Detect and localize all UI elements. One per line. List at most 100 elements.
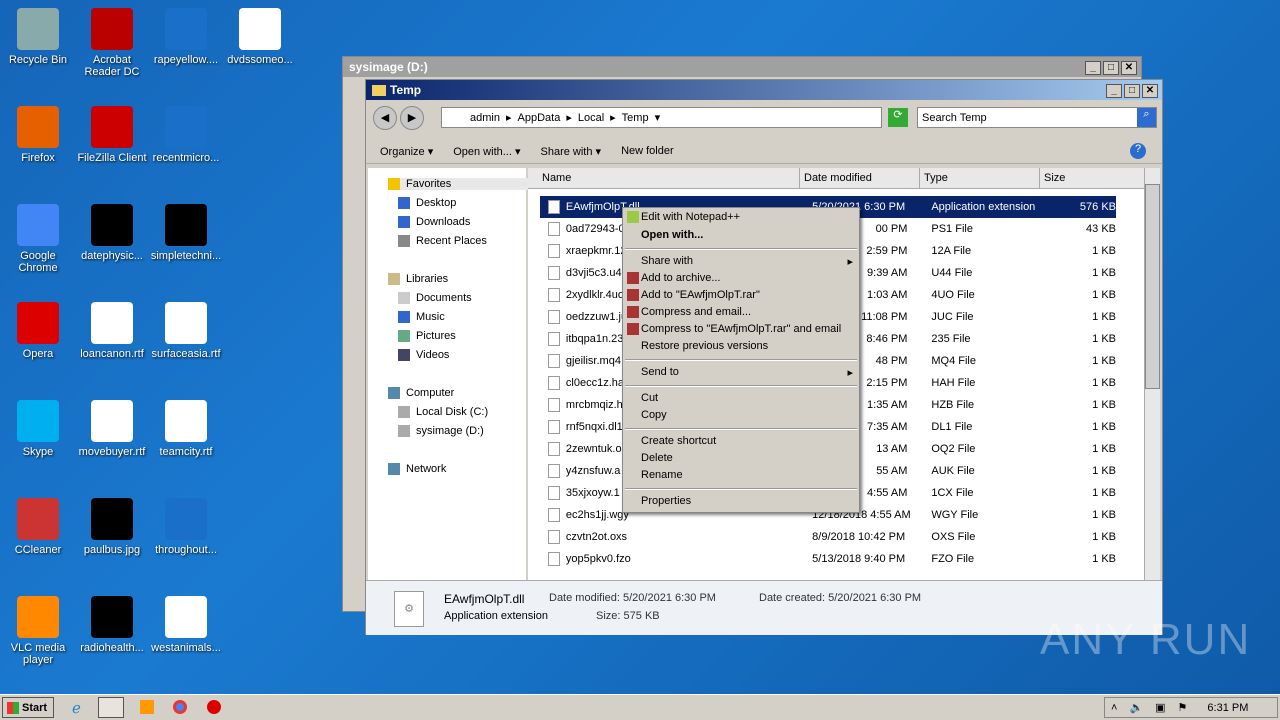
menu-share-with[interactable]: Share with ▸ [641,255,853,268]
new-folder-button[interactable]: New folder [621,145,674,157]
desktop-icon[interactable]: datephysic... [74,204,150,262]
nav-sysimage[interactable]: sysimage (D:) [398,425,484,438]
desktop-icon[interactable]: FileZilla Client [74,106,150,164]
desktop-icon[interactable]: Acrobat Reader DC [74,8,150,78]
desktop-icon[interactable]: teamcity.rtf [148,400,224,458]
nav-libraries[interactable]: Libraries [388,273,448,286]
network-icon[interactable]: ▣ [1155,701,1165,714]
desktop-icon[interactable]: CCleaner [0,498,76,556]
minimize-button[interactable]: _ [1106,83,1122,98]
nav-favorites[interactable]: Favorites [388,178,538,191]
share-with-button[interactable]: Share with ▾ [541,145,602,158]
desktop-icon-label: loancanon.rtf [80,348,144,360]
back-window-titlebar[interactable]: sysimage (D:) _ □ ✕ [343,57,1141,77]
breadcrumb-appdata[interactable]: AppData [518,112,561,124]
search-icon[interactable]: ⌕ [1137,108,1156,127]
breadcrumb-local[interactable]: Local [578,112,604,124]
menu-add-archive[interactable]: Add to archive... [627,272,721,285]
desktop-icon[interactable]: simpletechni... [148,204,224,262]
vertical-scrollbar[interactable] [1144,168,1160,580]
desktop-icon[interactable]: Recycle Bin [0,8,76,66]
forward-button[interactable]: ▶ [400,106,424,130]
desktop-icon[interactable]: westanimals... [148,596,224,654]
nav-downloads[interactable]: Downloads [398,216,470,229]
search-input[interactable]: Search Temp [917,107,1157,128]
nav-music[interactable]: Music [398,311,445,324]
close-button[interactable]: ✕ [1142,83,1158,98]
desktop-icon-label: Skype [22,446,54,458]
desktop-icon[interactable]: loancanon.rtf [74,302,150,360]
menu-open-with[interactable]: Open with... [641,229,703,241]
desktop-icon[interactable]: rapeyellow.... [148,8,224,66]
refresh-button[interactable]: ⟳ [888,108,908,127]
menu-add-rar[interactable]: Add to "EAwfjmOlpT.rar" [627,289,760,302]
breadcrumb-admin[interactable]: admin [470,112,500,124]
organize-button[interactable]: Organize ▾ [380,145,433,158]
desktop-icon[interactable]: Firefox [0,106,76,164]
nav-recent[interactable]: Recent Places [398,235,487,248]
desktop-icon[interactable]: Skype [0,400,76,458]
desktop-icon[interactable]: throughout... [148,498,224,556]
menu-properties[interactable]: Properties [641,495,691,507]
file-name: czvtn2ot.oxs [565,531,628,543]
menu-send-to[interactable]: Send to ▸ [641,366,853,379]
menu-create-shortcut[interactable]: Create shortcut [641,435,716,447]
desktop-icon-image [165,498,207,540]
menu-restore-versions[interactable]: Restore previous versions [641,340,768,352]
maximize-button[interactable]: □ [1124,83,1140,98]
nav-network[interactable]: Network [388,463,446,476]
close-button[interactable]: ✕ [1121,60,1137,75]
nav-videos[interactable]: Videos [398,349,449,362]
back-button[interactable]: ◀ [373,106,397,130]
show-hidden-icons[interactable]: ˄ [1111,702,1117,714]
nav-documents[interactable]: Documents [398,292,472,305]
menu-edit-notepadpp[interactable]: Edit with Notepad++ [627,211,740,224]
action-center-flag-icon[interactable]: ⚑ [1178,701,1188,714]
nav-pictures[interactable]: Pictures [398,330,456,343]
clock[interactable]: 6:31 PM [1207,702,1248,714]
open-with-button[interactable]: Open with... ▾ [453,145,520,158]
menu-compress-email[interactable]: Compress and email... [627,306,751,319]
ie-icon[interactable]: ℯ [72,699,81,717]
desktop-icon-label: paulbus.jpg [83,544,141,556]
start-button[interactable]: Start [2,697,54,718]
file-row[interactable]: yop5pkv0.fzo 5/13/2018 9:40 PM FZO File 1 K… [540,548,1116,570]
nav-local-disk[interactable]: Local Disk (C:) [398,406,488,419]
desktop-icon-image [91,596,133,638]
col-date[interactable]: Date modified [800,168,920,188]
desktop-icon[interactable]: movebuyer.rtf [74,400,150,458]
maximize-button[interactable]: □ [1103,60,1119,75]
nav-computer[interactable]: Computer [388,387,454,400]
desktop-icon-image [17,204,59,246]
explorer-taskbar-button[interactable] [98,697,124,718]
volume-icon[interactable]: 🔈 [1129,701,1143,714]
menu-copy[interactable]: Copy [641,409,667,421]
col-name[interactable]: Name [528,168,800,188]
address-bar[interactable]: admin ▸ AppData ▸ Local ▸ Temp ▾ [441,107,882,128]
col-type[interactable]: Type [920,168,1040,188]
chrome-icon[interactable] [173,700,187,714]
titlebar[interactable]: Temp _ □ ✕ [366,80,1162,100]
minimize-button[interactable]: _ [1085,60,1101,75]
nav-desktop[interactable]: Desktop [398,197,456,210]
desktop-icon[interactable]: dvdssomeo... [222,8,298,66]
breadcrumb-temp[interactable]: Temp [622,112,649,124]
help-icon[interactable]: ? [1130,143,1146,159]
file-row[interactable]: czvtn2ot.oxs 8/9/2018 10:42 PM OXS File 1 K… [540,526,1116,548]
menu-rename[interactable]: Rename [641,469,683,481]
desktop-icon[interactable]: surfaceasia.rtf [148,302,224,360]
menu-cut[interactable]: Cut [641,392,658,404]
desktop-icon[interactable]: paulbus.jpg [74,498,150,556]
desktop-icon[interactable]: recentmicro... [148,106,224,164]
media-player-icon[interactable] [140,700,154,714]
music-icon [398,311,410,324]
desktop-icon[interactable]: VLC media player [0,596,76,666]
menu-delete[interactable]: Delete [641,452,673,464]
menu-compress-rar-email[interactable]: Compress to "EAwfjmOlpT.rar" and email [627,323,841,336]
desktop-icon[interactable]: radiohealth... [74,596,150,654]
opera-icon[interactable] [207,700,221,714]
col-size[interactable]: Size [1040,168,1120,188]
desktop-icon[interactable]: Google Chrome [0,204,76,274]
file-size: 1 KB [1092,553,1117,565]
desktop-icon[interactable]: Opera [0,302,76,360]
